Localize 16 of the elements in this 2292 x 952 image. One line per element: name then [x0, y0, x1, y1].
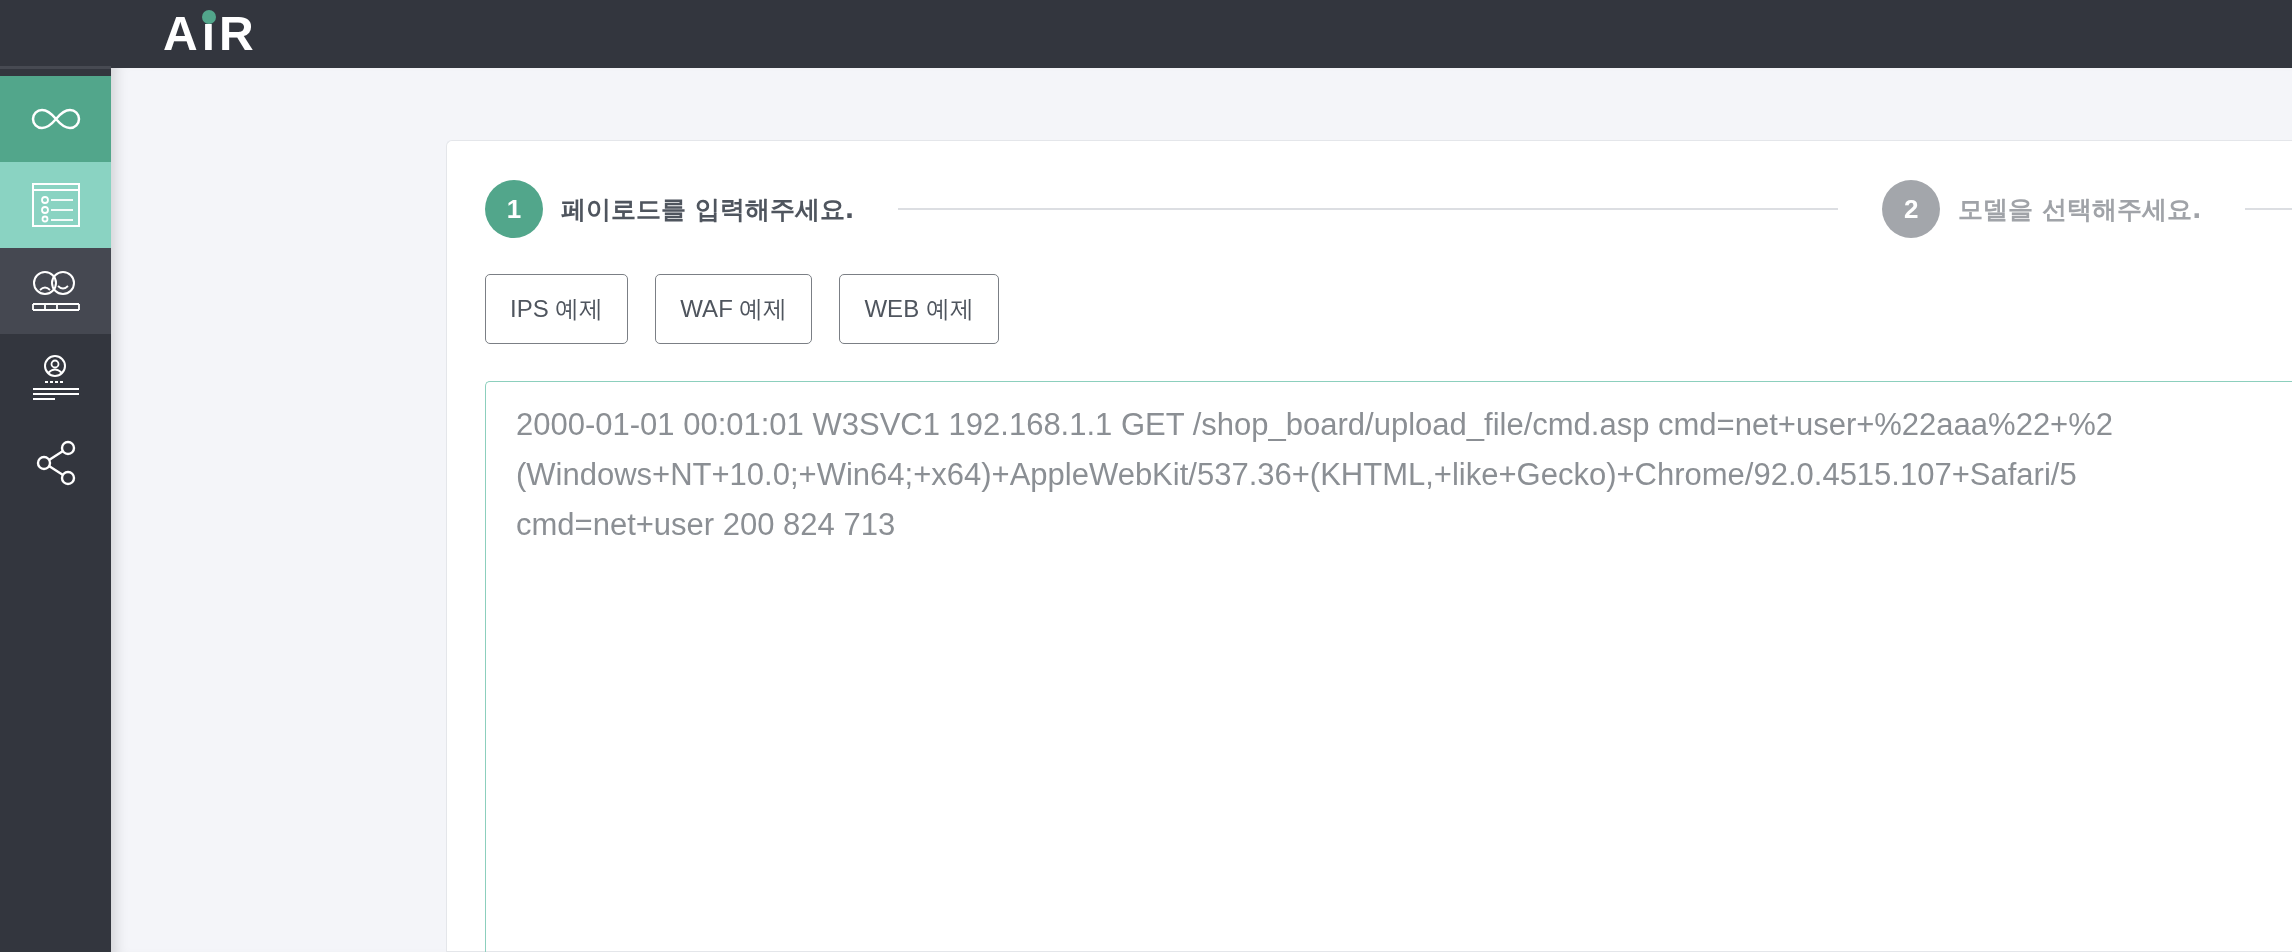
example-button[interactable]: WEB 예제: [839, 274, 999, 344]
window-list-icon: [31, 183, 80, 227]
payload-text-line: cmd=net+user 200 824 713: [516, 506, 896, 544]
profile-text-icon: [31, 354, 80, 400]
example-button[interactable]: WAF 예제: [655, 274, 813, 344]
step-number: 1: [485, 180, 543, 238]
step-label: 페이로드를 입력해주세요.: [561, 193, 855, 226]
step-label: 모델을 선택해주세요.: [1958, 193, 2202, 226]
step-number: 2: [1882, 180, 1941, 238]
sidebar-item[interactable]: [0, 248, 111, 334]
infinity-icon: [30, 108, 81, 130]
payload-text-line: 2000-01-01 00:01:01 W3SVC1 192.168.1.1 GET /shop_board/upload_file/cmd.asp cmd=net+user+%22aaa%22+%2: [516, 406, 2114, 444]
example-button[interactable]: IPS 예제: [485, 274, 629, 344]
share-icon: [35, 440, 76, 486]
faces-icon: [31, 270, 80, 312]
payload-text-line: (Windows+NT+10.0;+Win64;+x64)+AppleWebKit/537.36+(KHTML,+like+Gecko)+Chrome/92.0.4515.107+Safari/5: [516, 456, 2077, 494]
